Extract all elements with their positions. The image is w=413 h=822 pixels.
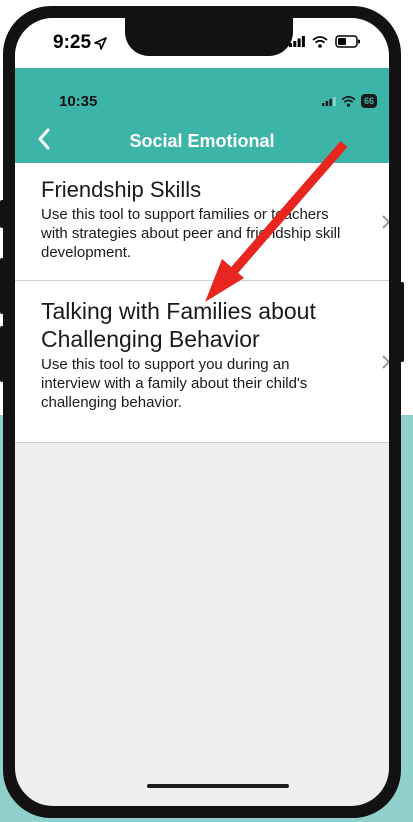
notch: [125, 18, 293, 56]
inner-battery: 66: [360, 94, 377, 108]
location-arrow-icon: [94, 36, 107, 50]
inner-time: 10:35: [59, 93, 98, 110]
power-button: [400, 282, 404, 362]
outer-status-bar: 9:25: [15, 18, 389, 68]
volume-down-button: [0, 326, 4, 382]
mute-switch: [0, 200, 4, 228]
chevron-right-icon: [382, 214, 389, 229]
signal-icon: [289, 36, 305, 47]
outer-time: 9:25: [53, 32, 92, 53]
phone-frame: 9:25 10:35 66 Social Emotional Friendshi…: [0, 6, 404, 818]
tool-list: Friendship Skills Use this tool to suppo…: [15, 163, 389, 443]
list-item-title: Talking with Families about Challenging …: [41, 298, 316, 352]
list-item-description: Use this tool to support you during an i…: [41, 356, 308, 411]
battery-icon: [335, 35, 360, 48]
phone-screen: 9:25 10:35 66 Social Emotional Friendshi…: [15, 18, 389, 806]
list-item-description: Use this tool to support families or tea…: [41, 206, 341, 261]
list-item-challenging-behavior[interactable]: Talking with Families about Challenging …: [15, 281, 389, 443]
chevron-right-icon: [382, 354, 389, 369]
app-header: 10:35 66 Social Emotional: [15, 68, 389, 163]
volume-up-button: [0, 258, 4, 314]
inner-wifi-icon: [341, 95, 356, 107]
list-item-friendship-skills[interactable]: Friendship Skills Use this tool to suppo…: [15, 163, 389, 281]
list-item-title: Friendship Skills: [41, 177, 202, 202]
header-title: Social Emotional: [129, 131, 275, 151]
inner-signal-icon: [321, 97, 336, 106]
home-indicator: [147, 784, 289, 788]
wifi-icon: [312, 35, 328, 48]
